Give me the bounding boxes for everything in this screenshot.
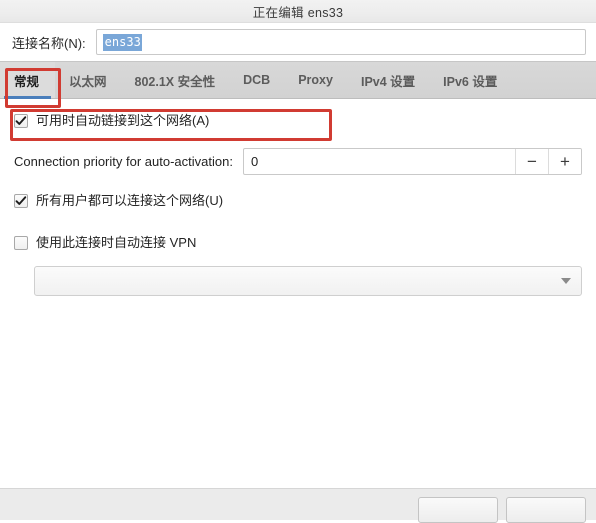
priority-increment-button[interactable]: + xyxy=(548,148,581,174)
checkmark-icon xyxy=(15,196,27,205)
connection-editor-window: 正在编辑 ens33 连接名称(N): ens33 常规 以太网 802.1X … xyxy=(0,0,596,523)
save-button[interactable] xyxy=(506,497,586,523)
tab-proxy[interactable]: Proxy xyxy=(284,62,347,98)
connection-priority-row: Connection priority for auto-activation:… xyxy=(0,146,596,176)
tab-dcb-label: DCB xyxy=(243,73,271,87)
tab-ipv4-settings-label: IPv4 设置 xyxy=(360,74,416,89)
tab-proxy-label: Proxy xyxy=(298,73,333,87)
connection-name-value: ens33 xyxy=(102,33,142,51)
tab-ethernet-label: 以太网 xyxy=(69,74,107,89)
tab-8021x-security-label: 802.1X 安全性 xyxy=(134,74,216,89)
tab-ethernet[interactable]: 以太网 xyxy=(55,62,121,98)
chevron-down-icon xyxy=(561,278,571,284)
autoconnect-row[interactable]: 可用时自动链接到这个网络(A) xyxy=(0,106,596,136)
tab-dcb[interactable]: DCB xyxy=(229,62,284,98)
connection-name-row: 连接名称(N): ens33 xyxy=(0,23,596,61)
dialog-footer xyxy=(0,488,596,523)
auto-vpn-label: 使用此连接时自动连接 VPN xyxy=(36,235,197,250)
tab-ipv4-settings[interactable]: IPv4 设置 xyxy=(347,62,429,98)
window-title: 正在编辑 ens33 xyxy=(252,5,344,20)
connection-name-input[interactable]: ens33 xyxy=(95,29,586,55)
vpn-combo-wrap xyxy=(0,266,596,296)
connection-priority-value[interactable]: 0 xyxy=(244,149,515,174)
tab-ipv6-settings[interactable]: IPv6 设置 xyxy=(429,62,511,98)
tab-ipv6-settings-label: IPv6 设置 xyxy=(443,74,498,89)
general-tab-panel: 可用时自动链接到这个网络(A) Connection priority for … xyxy=(0,99,596,488)
all-users-checkbox[interactable] xyxy=(14,194,28,208)
autoconnect-checkbox[interactable] xyxy=(14,114,28,128)
autoconnect-label: 可用时自动链接到这个网络(A) xyxy=(36,113,210,128)
all-users-row[interactable]: 所有用户都可以连接这个网络(U) xyxy=(0,186,596,216)
settings-tabbar: 常规 以太网 802.1X 安全性 DCB Proxy IPv4 设置 IPv6… xyxy=(0,61,596,99)
auto-vpn-checkbox[interactable] xyxy=(14,236,28,250)
checkmark-icon xyxy=(15,116,27,125)
connection-priority-stepper[interactable]: 0 − + xyxy=(242,147,582,175)
window-titlebar: 正在编辑 ens33 xyxy=(0,0,596,23)
vpn-connection-select[interactable] xyxy=(34,266,582,296)
tab-general-label: 常规 xyxy=(14,74,40,89)
tab-8021x-security[interactable]: 802.1X 安全性 xyxy=(121,62,230,98)
priority-decrement-button[interactable]: − xyxy=(515,148,548,174)
auto-vpn-row[interactable]: 使用此连接时自动连接 VPN xyxy=(0,228,596,258)
connection-priority-label: Connection priority for auto-activation: xyxy=(14,153,233,169)
tab-general[interactable]: 常规 xyxy=(0,62,56,99)
connection-name-label: 连接名称(N): xyxy=(12,35,86,51)
cancel-button[interactable] xyxy=(418,497,498,523)
all-users-label: 所有用户都可以连接这个网络(U) xyxy=(36,193,224,208)
